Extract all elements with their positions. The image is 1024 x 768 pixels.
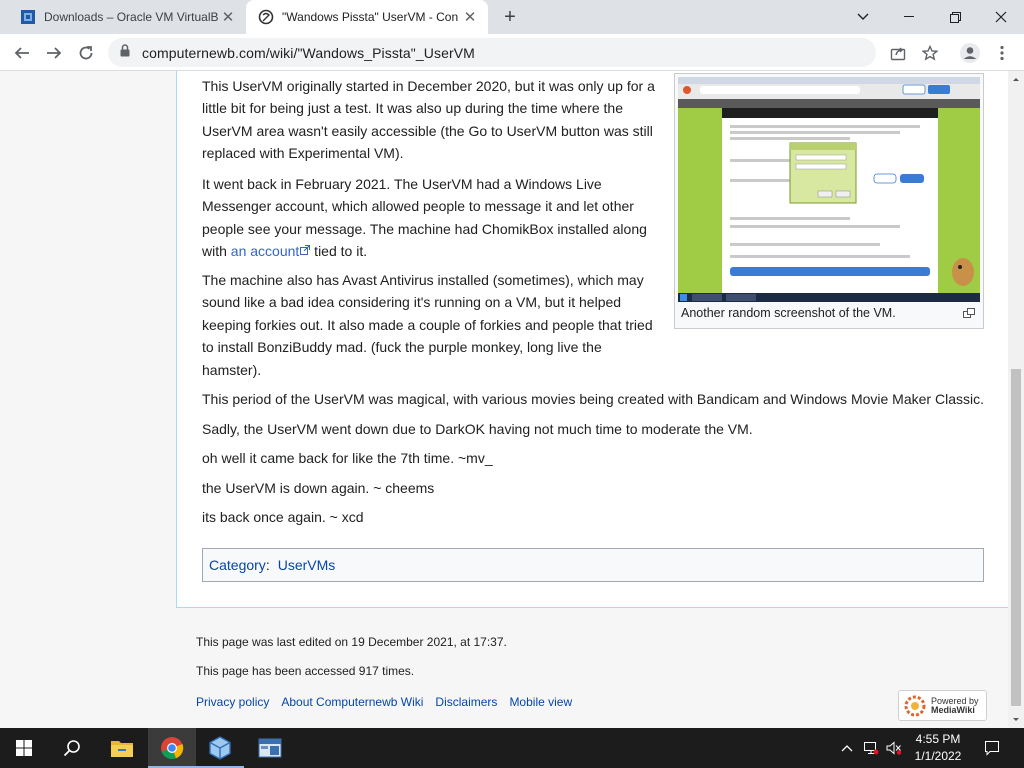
menu-icon[interactable] (989, 40, 1015, 66)
file-explorer-icon[interactable] (98, 728, 146, 768)
thumbnail-figure: Another random screenshot of the VM. (674, 73, 984, 329)
footer-link-disclaimers[interactable]: Disclaimers (435, 695, 497, 709)
close-icon[interactable]: ✕ (220, 8, 236, 26)
category-label-link[interactable]: Category (209, 557, 266, 573)
search-icon[interactable] (48, 728, 96, 768)
close-icon[interactable]: ✕ (462, 8, 478, 26)
forward-icon[interactable] (41, 40, 67, 66)
maximize-icon[interactable] (932, 0, 978, 34)
wiki-favicon (258, 9, 274, 25)
footer-link-about[interactable]: About Computernewb Wiki (281, 695, 423, 709)
web-page: This UserVM originally started in Decemb… (0, 71, 1024, 728)
paragraph-text: tied to it. (310, 243, 368, 260)
category-separator: : (265, 557, 270, 573)
tab-wandows-pissta[interactable]: "Wandows Pissta" UserVM - Con ✕ (246, 0, 488, 34)
scroll-down-icon[interactable] (1008, 714, 1024, 726)
category-item-uservms[interactable]: UserVMs (278, 557, 336, 573)
chevron-down-icon[interactable] (840, 0, 886, 34)
scroll-up-icon[interactable] (1008, 73, 1024, 85)
browser-toolbar: computernewb.com/wiki/"Wandows_Pissta"_U… (0, 34, 1024, 71)
category-links: Category : UserVMs (202, 548, 984, 582)
paragraph: Sadly, the UserVM went down due to DarkO… (202, 421, 753, 437)
clock-date: 1/1/2022 (914, 749, 962, 763)
clock-time: 4:55 PM (915, 732, 961, 746)
paragraph: This period of the UserVM was magical, w… (202, 391, 984, 407)
paragraph: oh well it came back for like the 7th ti… (202, 450, 493, 466)
notification-icon[interactable] (978, 728, 1006, 768)
close-window-icon[interactable] (978, 0, 1024, 34)
virtualbox-icon (20, 9, 36, 25)
volume-muted-icon[interactable] (884, 728, 904, 768)
share-icon[interactable] (885, 40, 911, 66)
lock-icon[interactable] (120, 43, 130, 62)
tab-title: "Wandows Pissta" UserVM - Con (282, 10, 459, 24)
footer-link-privacy-policy[interactable]: Privacy policy (196, 695, 269, 709)
footer-access-count: This page has been accessed 917 times. (196, 664, 415, 678)
powered-by-line2: MediaWiki (931, 704, 975, 715)
back-icon[interactable] (9, 40, 35, 66)
footer-last-edited: This page was last edited on 19 December… (196, 635, 507, 649)
powered-by-mediawiki-badge[interactable]: Powered by MediaWiki (898, 690, 987, 721)
virtualbox-taskbar-icon[interactable] (196, 728, 244, 768)
paragraph: It went back in February 2021. The UserV… (202, 173, 662, 263)
chrome-icon[interactable] (148, 728, 196, 768)
paragraph: This UserVM originally started in Decemb… (202, 78, 655, 162)
paragraph: its back once again. ~ xcd (202, 509, 364, 525)
system-clock[interactable]: 4:55 PM 1/1/2022 (905, 731, 971, 765)
windows-start-icon[interactable] (0, 728, 48, 768)
new-tab-icon[interactable]: + (498, 5, 522, 29)
external-link-icon (300, 245, 311, 256)
profile-icon[interactable] (957, 40, 983, 66)
page-scrollbar[interactable] (1008, 71, 1024, 728)
address-bar[interactable]: computernewb.com/wiki/"Wandows_Pissta"_U… (108, 38, 876, 67)
tab-strip: Downloads – Oracle VM VirtualB ✕ "Wandow… (0, 0, 1024, 34)
windows-taskbar: 4:55 PM 1/1/2022 (0, 728, 1024, 768)
external-link-an-account[interactable]: an account (231, 243, 300, 259)
paragraph: the UserVM is down again. ~ cheems (202, 480, 435, 496)
scrollbar-thumb[interactable] (1011, 369, 1021, 706)
minimize-icon[interactable] (886, 0, 932, 34)
footer-link-mobile-view[interactable]: Mobile view (509, 695, 572, 709)
star-icon[interactable] (917, 40, 943, 66)
thumbnail-caption: Another random screenshot of the VM. (681, 306, 896, 320)
vm-screenshot-image[interactable] (678, 77, 980, 302)
network-icon[interactable] (861, 728, 881, 768)
footer-links: Privacy policy About Computernewb Wiki D… (196, 695, 572, 709)
paragraph: The machine also has Avast Antivirus ins… (202, 272, 653, 378)
reload-icon[interactable] (73, 40, 99, 66)
enlarge-icon[interactable] (963, 308, 975, 318)
app-icon[interactable] (246, 728, 294, 768)
article-content: This UserVM originally started in Decemb… (176, 71, 1008, 608)
tab-title: Downloads – Oracle VM VirtualB (44, 10, 219, 24)
tab-virtualbox-downloads[interactable]: Downloads – Oracle VM VirtualB ✕ (8, 0, 246, 34)
mediawiki-logo-icon (904, 695, 926, 716)
chevron-up-icon[interactable] (838, 728, 856, 768)
url-text: computernewb.com/wiki/"Wandows_Pissta"_U… (142, 44, 475, 61)
